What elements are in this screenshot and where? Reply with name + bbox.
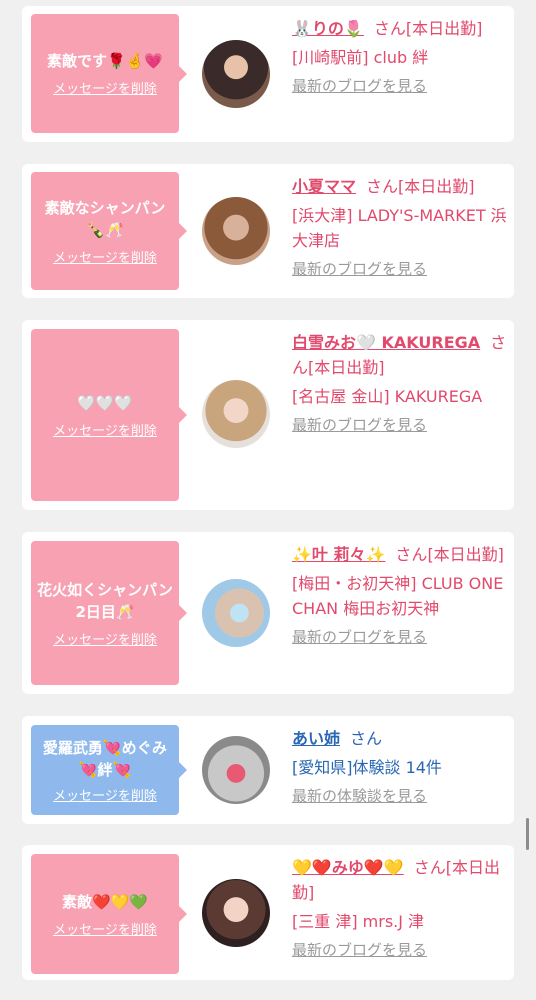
message-bubble: 花火如くシャンパン2日目🥂 メッセージを削除 bbox=[31, 541, 187, 685]
message-bubble: 素敵です🌹🤞💗 メッセージを削除 bbox=[31, 14, 187, 133]
status-text: [本日出勤] bbox=[398, 177, 475, 196]
honorific: さん bbox=[373, 19, 406, 38]
message-text: 愛羅武勇💘めぐみ💘絆💘 bbox=[42, 738, 168, 779]
message-text: 花火如くシャンパン2日目🥂 bbox=[37, 580, 173, 621]
user-name-link[interactable]: 白雪みお🤍 KAKUREGA bbox=[292, 333, 480, 352]
shop-text: [愛知県]体験談 14件 bbox=[292, 758, 442, 777]
user-name-link[interactable]: 💛❤️みゆ❤️💛 bbox=[292, 858, 404, 877]
message-text: 🤍🤍🤍 bbox=[76, 393, 134, 412]
shop-text: [三重 津] mrs.J 津 bbox=[292, 912, 425, 931]
honorific: さん bbox=[395, 545, 428, 564]
user-info: ✨叶 莉々✨ さん[本日出勤] [梅田・お初天神] CLUB ONE CHAN 梅… bbox=[292, 542, 508, 650]
shop-text: [川崎駅前] club 絆 bbox=[292, 48, 429, 67]
avatar[interactable] bbox=[202, 380, 270, 448]
user-info: あい姉 さん [愛知県]体験談 14件 最新の体験談を見る bbox=[292, 726, 508, 809]
user-info: 🐰りの🌷 さん[本日出勤] [川崎駅前] club 絆 最新のブログを見る bbox=[292, 16, 508, 99]
delete-message-link[interactable]: メッセージを削除 bbox=[53, 78, 157, 97]
delete-message-link[interactable]: メッセージを削除 bbox=[53, 247, 157, 266]
user-info: 💛❤️みゆ❤️💛 さん[本日出勤] [三重 津] mrs.J 津 最新のブログを見… bbox=[292, 855, 508, 963]
honorific: さん bbox=[350, 729, 383, 748]
honorific: さん bbox=[413, 858, 446, 877]
status-text: [本日出勤] bbox=[405, 19, 483, 38]
avatar[interactable] bbox=[202, 579, 270, 647]
message-text: 素敵です🌹🤞💗 bbox=[46, 52, 164, 70]
shop-text: [名古屋 金山] KAKUREGA bbox=[292, 387, 483, 406]
blog-link[interactable]: 最新のブログを見る bbox=[292, 74, 427, 99]
blog-link[interactable]: 最新のブログを見る bbox=[292, 257, 427, 282]
blog-link[interactable]: 最新のブログを見る bbox=[292, 625, 427, 650]
message-text: 素敵なシャンパン🍾🥂 bbox=[44, 198, 166, 239]
message-bubble: 愛羅武勇💘めぐみ💘絆💘 メッセージを削除 bbox=[31, 725, 187, 815]
delete-message-link[interactable]: メッセージを削除 bbox=[53, 629, 157, 648]
message-card: 素敵です🌹🤞💗 メッセージを削除 🐰りの🌷 さん[本日出勤] [川崎駅前] clu… bbox=[22, 6, 514, 142]
delete-message-link[interactable]: メッセージを削除 bbox=[53, 785, 157, 804]
status-text: [本日出勤] bbox=[427, 545, 504, 564]
shop-text: [浜大津] LADY'S-MARKET 浜大津店 bbox=[292, 206, 507, 250]
honorific: さん bbox=[366, 177, 399, 196]
message-card: 花火如くシャンパン2日目🥂 メッセージを削除 ✨叶 莉々✨ さん[本日出勤] [梅… bbox=[22, 532, 514, 694]
delete-message-link[interactable]: メッセージを削除 bbox=[53, 420, 157, 439]
user-info: 白雪みお🤍 KAKUREGA さん[本日出勤] [名古屋 金山] KAKUREGA… bbox=[292, 330, 508, 438]
status-text: [本日出勤] bbox=[308, 358, 385, 377]
blog-link[interactable]: 最新の体験談を見る bbox=[292, 784, 427, 809]
user-name-link[interactable]: あい姉 bbox=[292, 729, 340, 748]
message-card: 🤍🤍🤍 メッセージを削除 白雪みお🤍 KAKUREGA さん[本日出勤] [名古屋… bbox=[22, 320, 514, 510]
blog-link[interactable]: 最新のブログを見る bbox=[292, 938, 427, 963]
shop-text: [梅田・お初天神] CLUB ONE CHAN 梅田お初天神 bbox=[292, 574, 504, 618]
avatar[interactable] bbox=[202, 40, 270, 108]
message-bubble: 素敵❤️💛💚 メッセージを削除 bbox=[31, 854, 187, 974]
message-bubble: 素敵なシャンパン🍾🥂 メッセージを削除 bbox=[31, 172, 187, 290]
user-name-link[interactable]: 小夏ママ bbox=[292, 177, 356, 196]
avatar[interactable] bbox=[202, 879, 270, 947]
message-card: 素敵❤️💛💚 メッセージを削除 💛❤️みゆ❤️💛 さん[本日出勤] [三重 津] … bbox=[22, 845, 514, 980]
avatar[interactable] bbox=[202, 197, 270, 265]
delete-message-link[interactable]: メッセージを削除 bbox=[53, 919, 157, 938]
message-card: 素敵なシャンパン🍾🥂 メッセージを削除 小夏ママ さん[本日出勤] [浜大津] L… bbox=[22, 164, 514, 298]
blog-link[interactable]: 最新のブログを見る bbox=[292, 413, 427, 438]
message-card: 愛羅武勇💘めぐみ💘絆💘 メッセージを削除 あい姉 さん [愛知県]体験談 14件 … bbox=[22, 716, 514, 824]
avatar[interactable] bbox=[202, 736, 270, 804]
user-name-link[interactable]: 🐰りの🌷 bbox=[292, 19, 364, 38]
message-text: 素敵❤️💛💚 bbox=[61, 892, 149, 911]
user-info: 小夏ママ さん[本日出勤] [浜大津] LADY'S-MARKET 浜大津店 最新… bbox=[292, 174, 508, 282]
user-name-link[interactable]: ✨叶 莉々✨ bbox=[292, 545, 385, 564]
message-bubble: 🤍🤍🤍 メッセージを削除 bbox=[31, 329, 187, 501]
scrollbar[interactable] bbox=[526, 818, 529, 850]
